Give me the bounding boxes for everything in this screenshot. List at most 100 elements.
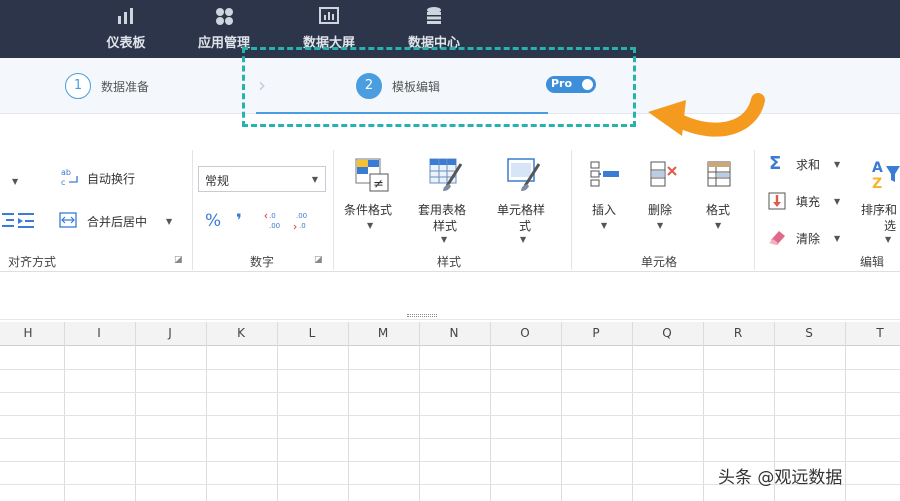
styles-group-label: 样式 [437,255,462,269]
chevron-down-icon[interactable]: ▼ [834,160,840,169]
column-header-p[interactable]: P [561,326,631,340]
screen-chart-icon [319,7,339,24]
merge-center-label[interactable]: 合并后居中 [87,213,147,230]
sum-label[interactable]: 求和 [796,156,820,173]
chevron-down-icon[interactable]: ▼ [885,235,891,244]
grid-row-line [0,461,900,462]
svg-text:A: A [872,160,883,176]
svg-text:≠: ≠ [373,177,384,192]
fill-down-icon[interactable] [767,191,787,211]
chevron-down-icon[interactable]: ▼ [520,235,526,244]
column-header-t[interactable]: T [845,326,900,340]
align-right-icon[interactable] [0,209,14,231]
percent-style-button[interactable]: % [205,211,221,231]
column-header-j[interactable]: J [135,326,205,340]
conditional-format-icon[interactable]: ≠ [355,158,389,192]
nav-item-data-center[interactable]: 数据中心 [394,6,474,51]
eraser-icon[interactable] [767,228,787,246]
clear-label[interactable]: 清除 [796,230,820,247]
grid-column-line [205,322,207,501]
database-icon [427,7,441,24]
chevron-down-icon[interactable]: ▼ [441,235,447,244]
group-divider [333,150,334,270]
svg-text:Z: Z [872,176,882,192]
highlight-dashed-box [242,47,636,127]
insert-cells-icon[interactable] [589,160,621,188]
nav-item-data-screen[interactable]: 数据大屏 [289,6,369,51]
number-group-label: 数字 [250,255,275,269]
grid-column-line [560,322,562,501]
delete-cells-icon[interactable] [648,160,680,188]
wrap-text-label[interactable]: 自动换行 [87,170,135,187]
svg-text:.00: .00 [296,212,307,220]
chevron-down-icon[interactable]: ▼ [834,234,840,243]
table-style-label-line1[interactable]: 套用表格 [418,201,466,218]
formula-bar-area[interactable] [0,272,900,320]
format-label[interactable]: 格式 [706,201,730,218]
editing-group-label: 编辑 [860,255,885,269]
chevron-down-icon[interactable]: ▼ [601,221,607,230]
grid-column-line [489,322,491,501]
grid-column-line [418,322,420,501]
grid-column-line [844,322,846,501]
grid-row-line [0,369,900,370]
increase-decimal-icon[interactable]: .0 .00 [264,208,288,232]
step1-label[interactable]: 数据准备 [101,78,149,95]
column-header-k[interactable]: K [206,326,276,340]
autosum-icon[interactable]: Σ [769,153,781,174]
grid-column-line [276,322,278,501]
decrease-decimal-icon[interactable]: .00 .0 [292,208,316,232]
column-header-r[interactable]: R [703,326,773,340]
grid-column-line [702,322,704,501]
watermark-text: 头条 @观远数据 [718,468,843,488]
format-cells-icon[interactable] [705,160,735,188]
table-style-label-line2[interactable]: 样式 [433,217,457,234]
cell-style-label-line2[interactable]: 式 [519,217,531,234]
dialog-launcher-icon[interactable]: ◪ [314,255,323,265]
column-header-l[interactable]: L [277,326,347,340]
wrap-text-icon[interactable]: ab c [60,166,80,188]
fill-label[interactable]: 填充 [796,193,820,210]
sort-filter-label-line2[interactable]: 选 [884,217,896,234]
table-style-icon[interactable] [429,158,465,192]
alignment-group-label: 对齐方式 [8,255,57,269]
nav-item-dashboard[interactable]: 仪表板 [86,6,166,51]
chevron-down-icon[interactable]: ▼ [715,221,721,230]
svg-text:.0: .0 [269,212,276,220]
insert-label[interactable]: 插入 [592,201,616,218]
column-header-n[interactable]: N [419,326,489,340]
column-header-o[interactable]: O [490,326,560,340]
grid-column-line [631,322,633,501]
group-divider [571,150,572,270]
cell-style-icon[interactable] [507,158,543,192]
sort-filter-icon[interactable]: A Z [870,158,900,192]
nav-label: 仪表板 [106,36,146,51]
column-header-s[interactable]: S [774,326,844,340]
resize-grip-handle[interactable] [407,314,437,317]
grid-apps-icon [216,8,233,25]
chevron-down-icon[interactable]: ▼ [12,177,18,186]
conditional-format-label[interactable]: 条件格式 [344,201,392,218]
dialog-launcher-icon[interactable]: ◪ [174,255,183,265]
sort-filter-label-line1[interactable]: 排序和 [861,201,897,218]
step1-number[interactable]: 1 [65,73,91,99]
group-divider [192,150,193,270]
chevron-down-icon[interactable]: ▼ [166,217,172,226]
cell-style-label-line1[interactable]: 单元格样 [497,201,545,218]
nav-item-app-management[interactable]: 应用管理 [184,6,264,51]
merge-center-icon[interactable] [58,210,78,230]
svg-text:.0: .0 [299,222,306,230]
indent-icon[interactable] [16,209,36,231]
cells-group-label: 单元格 [641,255,678,269]
number-format-select[interactable]: 常规 ▼ [198,166,326,192]
chevron-down-icon[interactable]: ▼ [834,197,840,206]
column-header-m[interactable]: M [348,326,418,340]
chevron-down-icon[interactable]: ▼ [367,221,373,230]
delete-label[interactable]: 删除 [648,201,672,218]
chevron-down-icon[interactable]: ▼ [657,221,663,230]
column-header-i[interactable]: I [64,326,134,340]
comma-style-button[interactable]: ❜ [236,211,242,231]
column-header-h[interactable]: H [0,326,63,340]
column-header-q[interactable]: Q [632,326,702,340]
number-format-value: 常规 [205,174,230,188]
